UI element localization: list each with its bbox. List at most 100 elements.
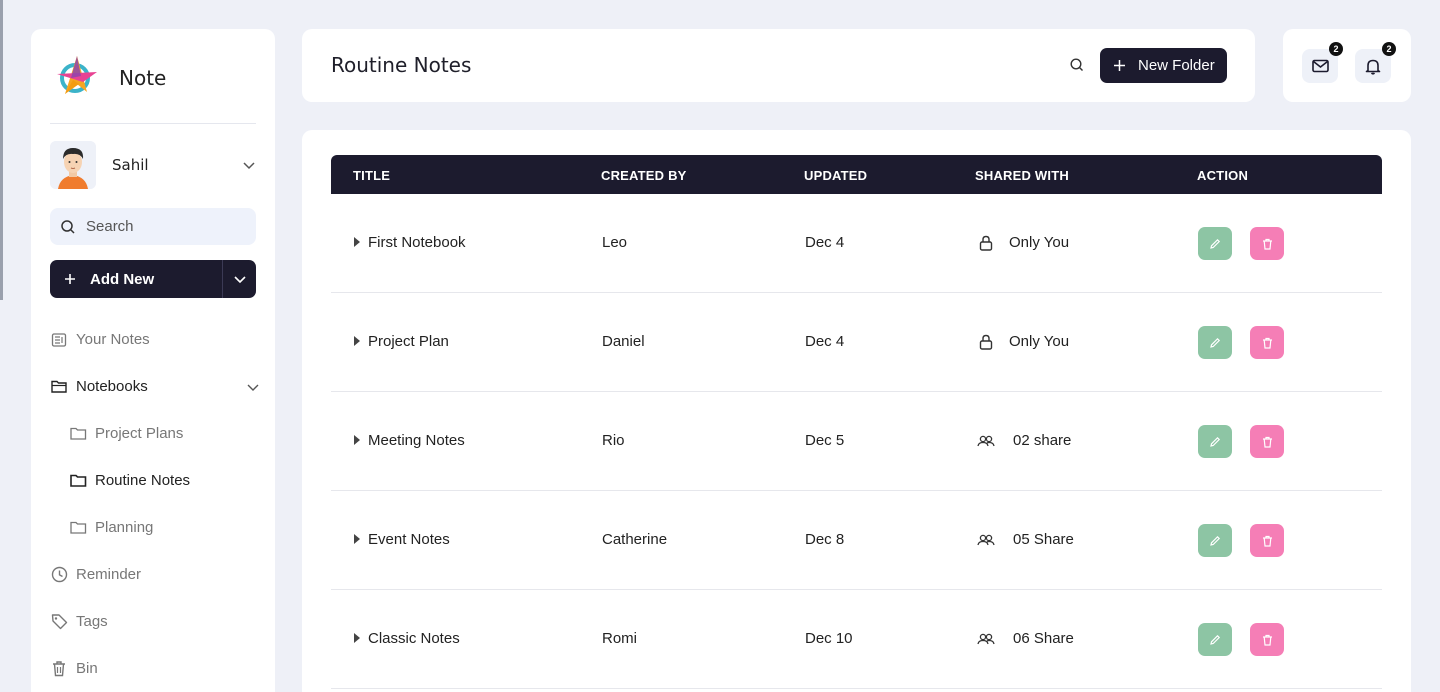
sidebar-nav: Your Notes Notebooks Project Plans Routi… (50, 316, 260, 692)
lock-icon (977, 333, 995, 351)
trash-icon (50, 660, 68, 678)
pencil-icon (1210, 535, 1221, 546)
folder-icon (69, 472, 87, 490)
mail-button[interactable]: 2 (1302, 42, 1343, 83)
note-creator: Daniel (602, 333, 645, 350)
note-title[interactable]: Meeting Notes (368, 432, 465, 449)
expand-caret-icon[interactable] (354, 534, 360, 544)
page-title: Routine Notes (331, 53, 472, 77)
note-updated: Dec 4 (805, 234, 845, 251)
search-box[interactable] (50, 208, 256, 245)
column-header-shared-with[interactable]: SHARED WITH (975, 168, 1069, 183)
bell-icon (1365, 59, 1381, 75)
sidebar-item-planning[interactable]: Planning (50, 504, 260, 551)
note-title[interactable]: Classic Notes (368, 630, 460, 647)
delete-button[interactable] (1250, 227, 1284, 260)
sidebar-item-routine-notes[interactable]: Routine Notes (50, 457, 260, 504)
delete-button[interactable] (1250, 326, 1284, 359)
table-row[interactable]: Project Plan Daniel Dec 4 Only You (331, 293, 1382, 392)
pencil-icon (1210, 436, 1221, 447)
table-row[interactable]: Classic Notes Romi Dec 10 06 Share (331, 590, 1382, 689)
table-row[interactable]: First Notebook Leo Dec 4 Only You (331, 194, 1382, 293)
edit-button[interactable] (1198, 227, 1232, 260)
delete-button[interactable] (1250, 425, 1284, 458)
note-title[interactable]: Project Plan (368, 333, 449, 350)
user-menu[interactable]: Sahil (50, 141, 256, 189)
note-updated: Dec 5 (805, 432, 845, 449)
sidebar-item-label: Project Plans (95, 425, 184, 442)
folder-icon (69, 425, 87, 443)
sidebar-item-reminder[interactable]: Reminder (50, 551, 260, 598)
users-icon (977, 432, 995, 450)
tag-icon (50, 613, 68, 631)
chevron-down-icon (247, 384, 259, 391)
mail-icon (1311, 59, 1329, 73)
app-logo-icon (53, 52, 101, 105)
pencil-icon (1210, 634, 1221, 645)
column-header-created-by[interactable]: CREATED BY (601, 168, 687, 183)
sidebar-item-tags[interactable]: Tags (50, 598, 260, 645)
new-folder-button[interactable]: New Folder (1100, 48, 1227, 83)
note-title[interactable]: Event Notes (368, 531, 450, 548)
users-icon (977, 531, 995, 549)
table-header: TITLE CREATED BY UPDATED SHARED WITH ACT… (331, 155, 1382, 194)
new-folder-label: New Folder (1138, 57, 1215, 74)
column-header-action: ACTION (1197, 168, 1249, 183)
sidebar-item-your-notes[interactable]: Your Notes (50, 316, 260, 363)
user-name: Sahil (112, 156, 149, 174)
edit-button[interactable] (1198, 326, 1232, 359)
brand-name: Note (119, 66, 167, 90)
chevron-down-icon (243, 162, 255, 170)
note-shared-with: Only You (1009, 333, 1070, 350)
note-updated: Dec 8 (805, 531, 845, 548)
avatar (50, 141, 96, 189)
pencil-icon (1210, 238, 1221, 249)
note-creator: Romi (602, 630, 638, 647)
sidebar-item-project-plans[interactable]: Project Plans (50, 410, 260, 457)
chevron-down-icon (233, 276, 246, 284)
page-header: Routine Notes New Folder (302, 29, 1255, 102)
note-creator: Rio (602, 432, 625, 449)
column-header-title[interactable]: TITLE (353, 168, 390, 183)
edit-button[interactable] (1198, 623, 1232, 656)
note-shared-with: 05 Share (1013, 531, 1074, 548)
users-icon (977, 630, 995, 648)
sidebar-item-label: Notebooks (76, 378, 148, 395)
divider (50, 123, 256, 124)
search-icon[interactable] (1069, 57, 1087, 75)
search-input[interactable] (86, 218, 236, 235)
expand-caret-icon[interactable] (354, 336, 360, 346)
note-title[interactable]: First Notebook (368, 234, 466, 251)
sidebar-item-label: Reminder (76, 566, 142, 583)
brand[interactable]: Note (53, 53, 166, 103)
expand-caret-icon[interactable] (354, 633, 360, 643)
delete-button[interactable] (1250, 623, 1284, 656)
sidebar-item-notebooks[interactable]: Notebooks (50, 363, 260, 410)
notification-count-badge: 2 (1382, 42, 1396, 56)
note-shared-with: 02 share (1013, 432, 1072, 449)
folder-open-icon (50, 378, 68, 396)
notifications-button[interactable]: 2 (1355, 42, 1396, 83)
add-new-button[interactable]: Add New (50, 260, 222, 298)
delete-button[interactable] (1250, 524, 1284, 557)
expand-caret-icon[interactable] (354, 237, 360, 247)
sidebar-item-label: Planning (95, 519, 154, 536)
table-row[interactable]: Meeting Notes Rio Dec 5 02 share (331, 392, 1382, 491)
sidebar-item-bin[interactable]: Bin (50, 645, 260, 692)
mail-count-badge: 2 (1329, 42, 1343, 56)
plus-icon (65, 274, 75, 284)
table-row[interactable]: Event Notes Catherine Dec 8 05 Share (331, 491, 1382, 590)
expand-caret-icon[interactable] (354, 435, 360, 445)
note-updated: Dec 10 (805, 630, 853, 647)
add-new-label: Add New (90, 270, 155, 288)
clock-icon (50, 566, 68, 584)
add-new-button-group: Add New (50, 260, 256, 298)
notes-table-card: TITLE CREATED BY UPDATED SHARED WITH ACT… (302, 130, 1411, 692)
trash-icon (1262, 337, 1272, 349)
add-new-dropdown[interactable] (222, 260, 256, 298)
column-header-updated[interactable]: UPDATED (804, 168, 867, 183)
window-edge (0, 0, 3, 300)
edit-button[interactable] (1198, 425, 1232, 458)
note-creator: Catherine (602, 531, 668, 548)
edit-button[interactable] (1198, 524, 1232, 557)
